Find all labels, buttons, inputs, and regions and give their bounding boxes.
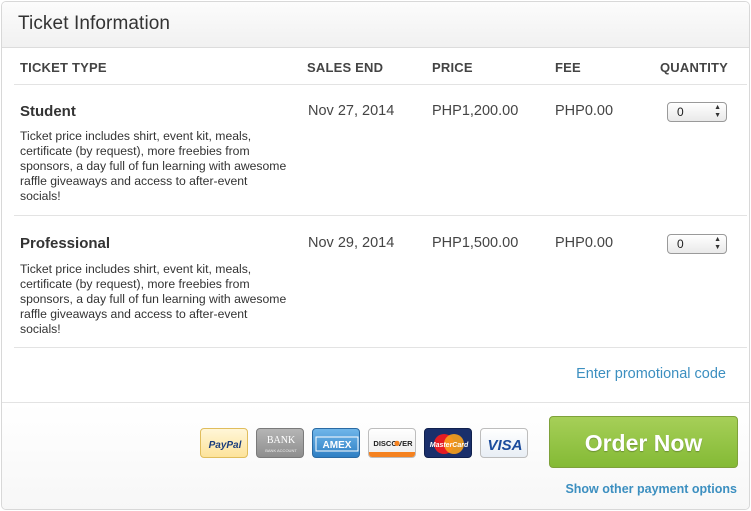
amex-icon: AMEX (312, 428, 360, 458)
visa-icon: VISA (480, 428, 528, 458)
discover-label: DISCOVER (373, 439, 413, 448)
select-arrows-icon: ▲ ▼ (714, 236, 721, 251)
paypal-icon: PayPal (200, 428, 248, 458)
column-header-fee: FEE (555, 60, 581, 75)
column-header-quantity: QUANTITY (660, 60, 729, 75)
visa-label: VISA (487, 437, 522, 454)
promotional-code-link[interactable]: Enter promotional code (576, 366, 726, 382)
divider (14, 215, 747, 216)
column-header-price: PRICE (432, 60, 473, 75)
divider (14, 347, 747, 348)
bank-icon: BANK BANK ACCOUNT (256, 428, 304, 458)
other-payment-options-link[interactable]: Show other payment options (565, 482, 737, 496)
ticket-price: PHP1,200.00 (432, 103, 519, 119)
quantity-select[interactable]: 0 ▲ ▼ (667, 102, 727, 122)
select-arrows-icon: ▲ ▼ (714, 104, 721, 119)
ticket-name: Student (20, 103, 76, 120)
ticket-description: Ticket price includes shirt, event kit, … (20, 262, 287, 336)
discover-icon: DISCOVER (368, 428, 416, 458)
panel-header: Ticket Information (2, 2, 749, 48)
quantity-value: 0 (677, 105, 684, 119)
ticket-description: Ticket price includes shirt, event kit, … (20, 129, 287, 203)
column-header-sales-end: SALES END (307, 60, 384, 75)
divider (14, 84, 747, 85)
mastercard-label: MasterCard (430, 442, 469, 449)
ticket-information-panel: Ticket Information TICKET TYPE SALES END… (1, 1, 750, 510)
quantity-value: 0 (677, 237, 684, 251)
sales-end-date: Nov 27, 2014 (308, 103, 395, 119)
panel-title: Ticket Information (18, 13, 171, 34)
ticket-fee: PHP0.00 (555, 235, 614, 251)
quantity-select[interactable]: 0 ▲ ▼ (667, 234, 727, 254)
order-now-button[interactable]: Order Now (549, 416, 738, 468)
bank-label: BANK (267, 435, 296, 446)
sales-end-date: Nov 29, 2014 (308, 235, 395, 251)
amex-label: AMEX (323, 440, 352, 451)
ticket-name: Professional (20, 235, 111, 252)
bank-sublabel: BANK ACCOUNT (265, 448, 297, 453)
ticket-fee: PHP0.00 (555, 103, 614, 119)
ticket-price: PHP1,500.00 (432, 235, 519, 251)
column-header-ticket-type: TICKET TYPE (20, 60, 107, 75)
paypal-label: PayPal (209, 440, 242, 451)
mastercard-icon: MasterCard (424, 428, 472, 458)
